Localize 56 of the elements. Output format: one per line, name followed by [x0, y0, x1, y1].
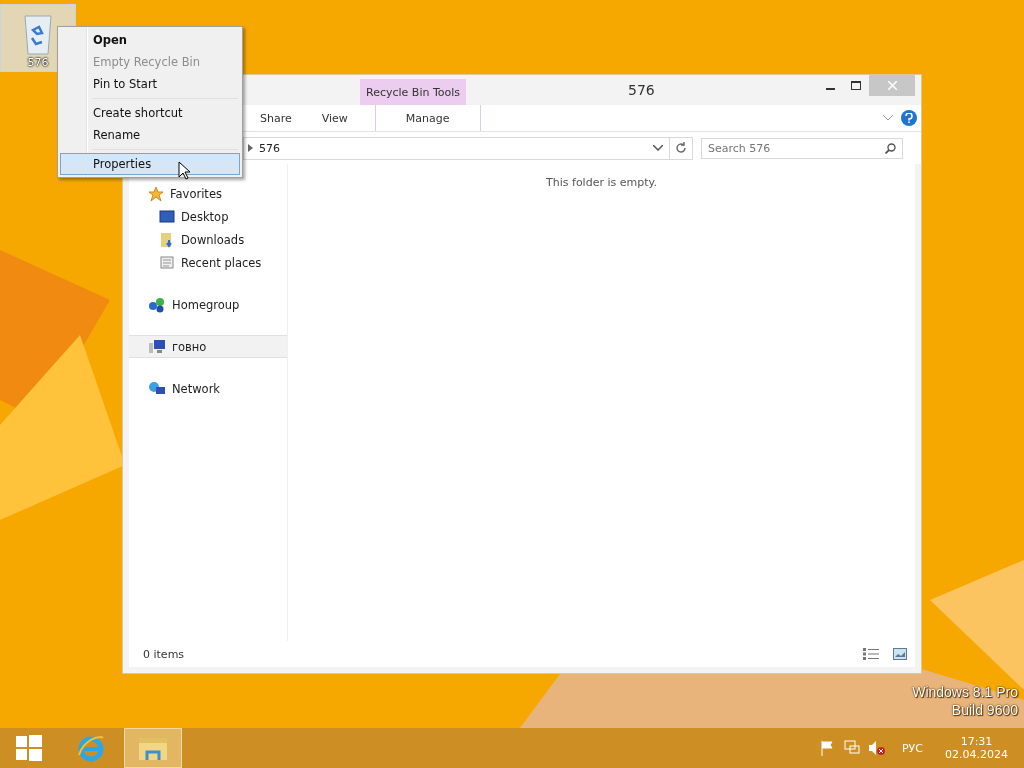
nav-item[interactable]: Downloads — [129, 228, 287, 251]
close-icon — [887, 81, 897, 90]
homegroup-icon — [148, 296, 166, 313]
nav-item[interactable]: Network — [129, 377, 287, 400]
nav-label: Favorites — [170, 186, 222, 201]
ribbon-tab[interactable]: Manage — [374, 105, 481, 131]
menu-item[interactable]: Create shortcut — [60, 102, 240, 124]
chevron-down-icon[interactable] — [653, 145, 663, 151]
nav-item[interactable]: Desktop — [129, 205, 287, 228]
browser-icon — [76, 733, 106, 763]
monitor-icon — [159, 209, 175, 224]
item-count: 0 items — [143, 647, 186, 661]
edition-text: Build 9600 — [951, 702, 1018, 718]
ribbon-tab[interactable]: View — [306, 105, 363, 131]
window-title: 576 — [628, 82, 655, 98]
menu-item[interactable]: Rename — [60, 124, 240, 146]
windows-logo-icon — [16, 735, 42, 761]
edition-text: Windows 8.1 Pro — [912, 684, 1018, 700]
minimize-icon — [825, 87, 835, 90]
search-field[interactable]: Search 576 — [701, 137, 903, 159]
maximize-icon — [851, 81, 861, 90]
ribbon-tab[interactable]: Share — [245, 105, 307, 131]
chevron-right-icon — [248, 144, 253, 152]
contextual-tab-header: Recycle Bin Tools — [360, 79, 466, 105]
menu-item[interactable]: Properties — [60, 153, 240, 175]
nav-item[interactable]: Recent places — [129, 251, 287, 274]
star-icon — [148, 185, 164, 202]
nav-label: Desktop — [181, 209, 229, 224]
folder-icon — [159, 231, 175, 248]
details-view-icon[interactable] — [863, 648, 879, 660]
nav-item[interactable]: говно — [129, 335, 287, 358]
speaker-muted-icon[interactable] — [868, 740, 886, 756]
empty-folder-message: This folder is empty. — [546, 176, 657, 190]
refresh-icon — [675, 142, 687, 154]
recycle-bin-icon — [22, 12, 54, 56]
menu-item[interactable]: Pin to Start — [60, 73, 240, 95]
address-path: 576 — [259, 141, 281, 155]
taskbar-app[interactable] — [124, 728, 182, 768]
document-icon — [159, 254, 175, 271]
network-icon — [148, 380, 166, 397]
nav-label: Network — [172, 381, 221, 396]
nav-label: Recent places — [181, 255, 262, 270]
help-icon[interactable] — [901, 110, 917, 126]
nav-label: Homegroup — [172, 297, 240, 312]
large-icons-view-icon[interactable] — [893, 648, 907, 660]
nav-item[interactable]: Favorites — [129, 182, 287, 205]
desktop-icon-label: 576 — [27, 56, 49, 69]
clock-time: 17:31 — [960, 735, 993, 748]
nav-label: Downloads — [181, 232, 245, 247]
clock-date: 02.04.2024 — [945, 748, 1008, 761]
computer-icon — [148, 338, 166, 355]
nav-label: говно — [172, 339, 207, 354]
address-bar[interactable]: 576 — [243, 136, 693, 160]
search-icon[interactable] — [885, 142, 896, 154]
flag-icon[interactable] — [820, 740, 836, 756]
nav-item[interactable]: Homegroup — [129, 293, 287, 316]
